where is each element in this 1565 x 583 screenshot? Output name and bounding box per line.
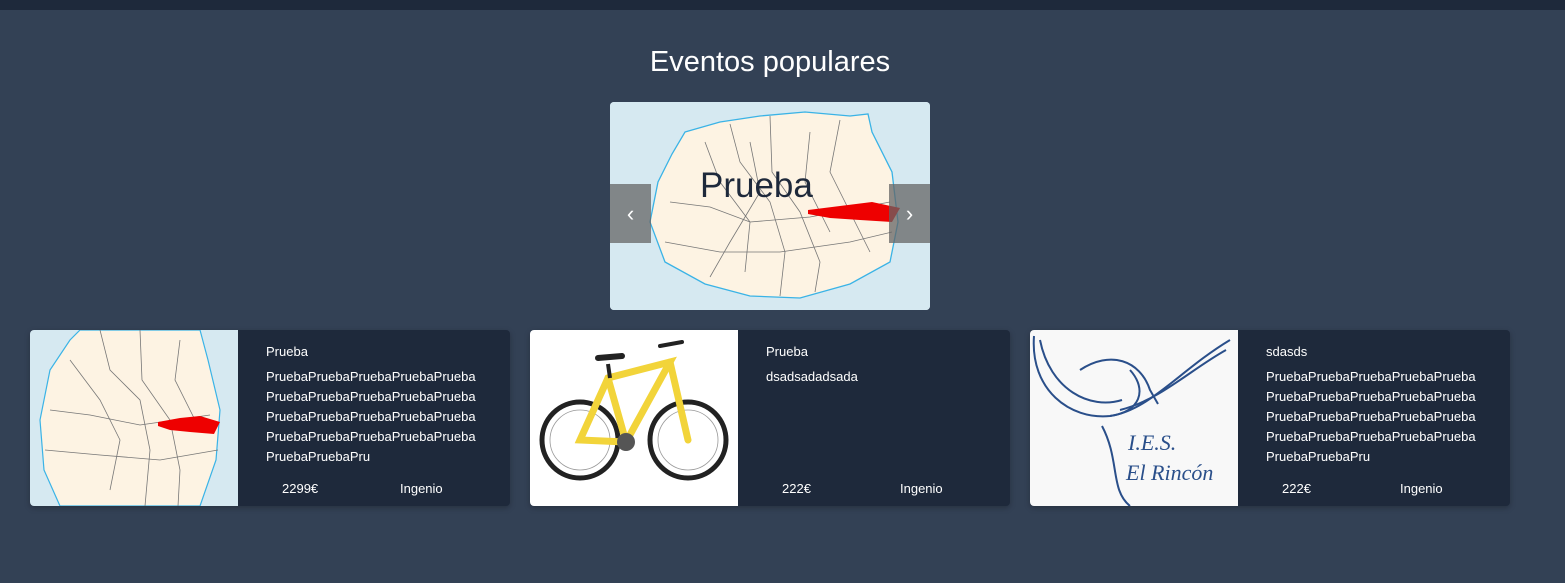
event-title: Prueba bbox=[766, 344, 808, 359]
popular-events-carousel[interactable]: Prueba ‹ › bbox=[610, 102, 930, 310]
top-bar bbox=[0, 0, 1565, 10]
chevron-left-icon: ‹ bbox=[626, 200, 635, 226]
event-title: Prueba bbox=[266, 344, 308, 359]
event-title: sdasds bbox=[1266, 344, 1308, 359]
event-description: PruebaPruebaPruebaPruebaPruebaPruebaPrue… bbox=[266, 369, 476, 464]
event-price: 2299€ bbox=[282, 481, 319, 496]
map-image bbox=[30, 330, 238, 506]
event-location: Ingenio bbox=[400, 481, 443, 496]
event-card[interactable]: Prueba dsadsadadsada 222€ Ingenio bbox=[530, 330, 1010, 506]
event-location: Ingenio bbox=[1400, 481, 1443, 496]
carousel-prev-button[interactable]: ‹ bbox=[610, 184, 651, 243]
logo-text: I.E.S. bbox=[1127, 430, 1176, 455]
event-price: 222€ bbox=[1282, 481, 1311, 496]
logo-text: El Rincón bbox=[1125, 460, 1213, 485]
section-title: Eventos populares bbox=[649, 46, 891, 78]
carousel-next-button[interactable]: › bbox=[889, 184, 930, 243]
island-map-image bbox=[610, 102, 930, 310]
event-price: 222€ bbox=[782, 481, 811, 496]
bicycle-image bbox=[530, 330, 738, 506]
carousel-caption: Prueba bbox=[700, 166, 813, 205]
event-description: dsadsadadsada bbox=[766, 369, 858, 384]
event-description: PruebaPruebaPruebaPruebaPruebaPruebaPrue… bbox=[1266, 369, 1476, 464]
school-logo-image: I.E.S. El Rincón bbox=[1030, 330, 1238, 506]
event-card[interactable]: I.E.S. El Rincón sdasds PruebaPruebaPrue… bbox=[1030, 330, 1510, 506]
event-card[interactable]: Prueba PruebaPruebaPruebaPruebaPruebaPru… bbox=[30, 330, 510, 506]
event-location: Ingenio bbox=[900, 481, 943, 496]
chevron-right-icon: › bbox=[905, 200, 914, 226]
